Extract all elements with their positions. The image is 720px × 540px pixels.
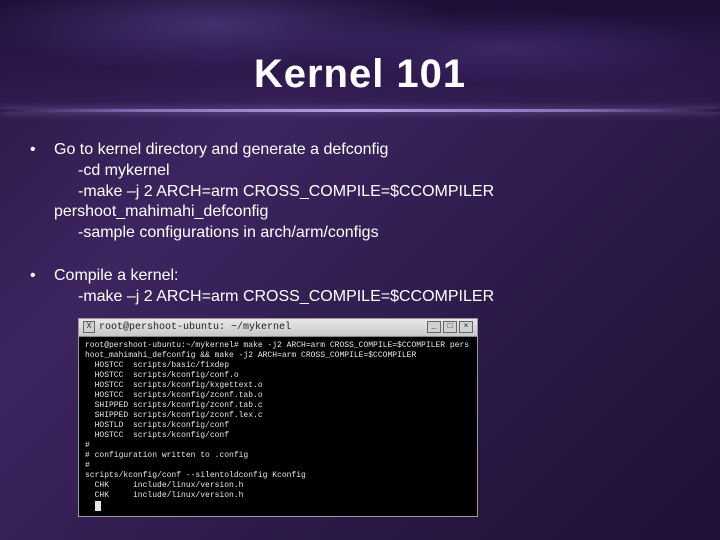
terminal-line: SHIPPED scripts/kconfig/zconf.lex.c (85, 411, 263, 420)
terminal-window: X root@pershoot-ubuntu: ~/mykernel _ □ ×… (78, 318, 478, 517)
terminal-line: HOSTCC scripts/kconfig/conf (85, 431, 229, 440)
terminal-body[interactable]: root@pershoot-ubuntu:~/mykernel# make -j… (79, 337, 477, 516)
terminal-cursor (95, 501, 101, 511)
terminal-line: root@pershoot-ubuntu:~/mykernel# make -j… (85, 341, 469, 350)
bullet-item: • Compile a kernel: -make –j 2 ARCH=arm … (30, 266, 690, 308)
terminal-line: # (85, 461, 90, 470)
terminal-line: # (85, 441, 90, 450)
terminal-line: HOSTCC scripts/kconfig/zconf.tab.o (85, 391, 263, 400)
terminal-line: HOSTLD scripts/kconfig/conf (85, 421, 229, 430)
window-menu-icon[interactable]: X (83, 321, 95, 333)
bullet-marker: • (30, 140, 54, 244)
bullet-sub-text: -sample configurations in arch/arm/confi… (54, 223, 690, 244)
bullet-sub-text: -make –j 2 ARCH=arm CROSS_COMPILE=$CCOMP… (54, 287, 690, 308)
minimize-button[interactable]: _ (427, 321, 441, 333)
bullet-sub-text: -make –j 2 ARCH=arm CROSS_COMPILE=$CCOMP… (54, 182, 690, 203)
bullet-sub-text: pershoot_mahimahi_defconfig (54, 202, 690, 223)
terminal-line: CHK include/linux/version.h (85, 491, 243, 500)
bullet-marker: • (30, 266, 54, 308)
terminal-line: SHIPPED scripts/kconfig/zconf.tab.c (85, 401, 263, 410)
close-button[interactable]: × (459, 321, 473, 333)
bullet-item: • Go to kernel directory and generate a … (30, 140, 690, 244)
terminal-line: # configuration written to .config (85, 451, 248, 460)
terminal-line: HOSTCC scripts/basic/fixdep (85, 361, 229, 370)
maximize-button[interactable]: □ (443, 321, 457, 333)
terminal-titlebar: X root@pershoot-ubuntu: ~/mykernel _ □ × (79, 319, 477, 337)
terminal-line: hoot_mahimahi_defconfig && make -j2 ARCH… (85, 351, 416, 360)
bullet-sub-text: -cd mykernel (54, 161, 690, 182)
slide-content: • Go to kernel directory and generate a … (30, 140, 690, 517)
bullet-lead-text: Go to kernel directory and generate a de… (54, 140, 690, 161)
slide-title: Kernel 101 (0, 52, 720, 97)
terminal-line: HOSTCC scripts/kconfig/kxgettext.o (85, 381, 263, 390)
terminal-line: CHK include/linux/version.h (85, 481, 243, 490)
bullet-lead-text: Compile a kernel: (54, 266, 690, 287)
terminal-title-text: root@pershoot-ubuntu: ~/mykernel (99, 321, 427, 334)
terminal-line: scripts/kconfig/conf --silentoldconfig K… (85, 471, 306, 480)
terminal-line: HOSTCC scripts/kconfig/conf.o (85, 371, 239, 380)
